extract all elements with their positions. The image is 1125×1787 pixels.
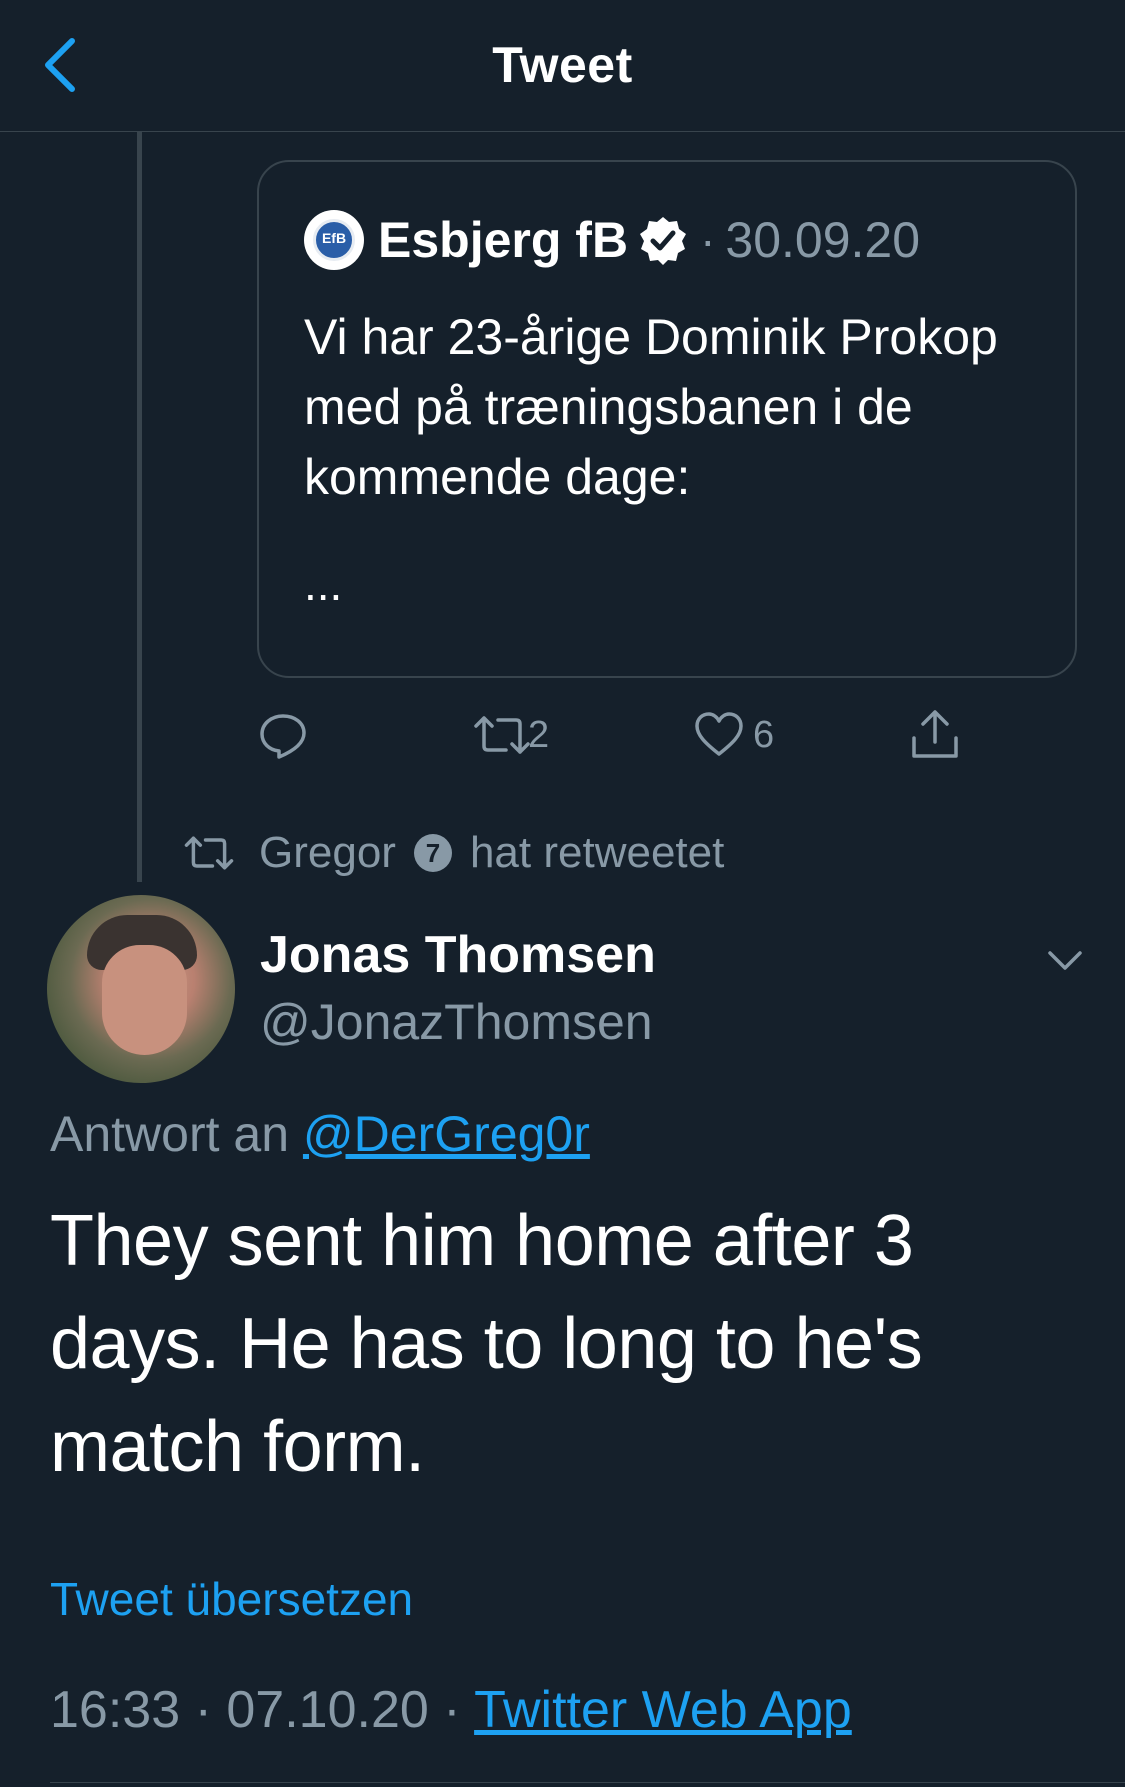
- share-icon: [912, 710, 958, 758]
- avatar-face: [102, 945, 187, 1055]
- share-button[interactable]: [910, 700, 960, 770]
- reply-button[interactable]: [258, 700, 308, 770]
- separator-dot: ·: [443, 1681, 461, 1739]
- tweet-metadata: 16:33 · 07.10.20 · Twitter Web App: [50, 1680, 852, 1740]
- author-avatar[interactable]: [47, 895, 235, 1083]
- translate-tweet-link[interactable]: Tweet übersetzen: [50, 1572, 413, 1626]
- retweeted-by-bar: Gregor 7 hat retweetet: [183, 820, 724, 886]
- quoted-tweet-text: Vi har 23-årige Dominik Prokop med på tr…: [304, 309, 998, 505]
- club-logo-avatar[interactable]: EfB: [304, 210, 364, 270]
- retweet-icon: [474, 716, 530, 754]
- quoted-tweet-actions: 2 6: [0, 700, 1125, 770]
- retweet-icon: [184, 836, 234, 870]
- tweet-menu-button[interactable]: [1040, 935, 1090, 985]
- tweet-source-link[interactable]: Twitter Web App: [474, 1681, 852, 1739]
- like-button[interactable]: 6: [693, 700, 774, 770]
- club-logo-text: EfB: [321, 230, 347, 246]
- author-name[interactable]: Jonas Thomsen: [260, 925, 656, 985]
- quoted-tweet-card[interactable]: EfB Esbjerg fB · 30.09.20 Vi har 23-årig…: [257, 160, 1077, 678]
- reply-context: Antwort an @DerGreg0r: [50, 1105, 590, 1163]
- user-badge: 7: [413, 834, 452, 872]
- quoted-tweet-date: 30.09.20: [725, 212, 921, 268]
- divider: [50, 1782, 1125, 1783]
- like-count: 6: [753, 713, 775, 756]
- heart-icon: [695, 712, 743, 756]
- reply-prefix: Antwort an: [50, 1106, 290, 1162]
- reply-handle-link[interactable]: @DerGreg0r: [303, 1106, 590, 1162]
- author-handle[interactable]: @JonazThomsen: [260, 993, 653, 1051]
- tweet-date: 07.10.20: [226, 1681, 429, 1739]
- quoted-author-name[interactable]: Esbjerg fB: [378, 211, 628, 269]
- quoted-tweet-ellipsis: ...: [304, 558, 343, 610]
- tweet-text: They sent him home after 3 days. He has …: [50, 1201, 923, 1487]
- verified-badge-icon: [640, 217, 687, 265]
- retweet-count: 2: [528, 713, 550, 756]
- page-title: Tweet: [492, 37, 633, 93]
- tweet-time: 16:33: [50, 1681, 181, 1739]
- quoted-tweet-header: EfB Esbjerg fB · 30.09.20: [304, 208, 920, 272]
- separator-dot: ·: [700, 214, 716, 266]
- reply-icon: [260, 714, 306, 759]
- chevron-down-icon: [1048, 951, 1082, 970]
- separator-dot: ·: [194, 1681, 212, 1739]
- retweet-button[interactable]: 2: [472, 700, 549, 770]
- retweeted-label: hat retweetet: [469, 828, 725, 877]
- top-bar: Tweet: [0, 0, 1125, 132]
- retweeter-name[interactable]: Gregor: [259, 828, 396, 878]
